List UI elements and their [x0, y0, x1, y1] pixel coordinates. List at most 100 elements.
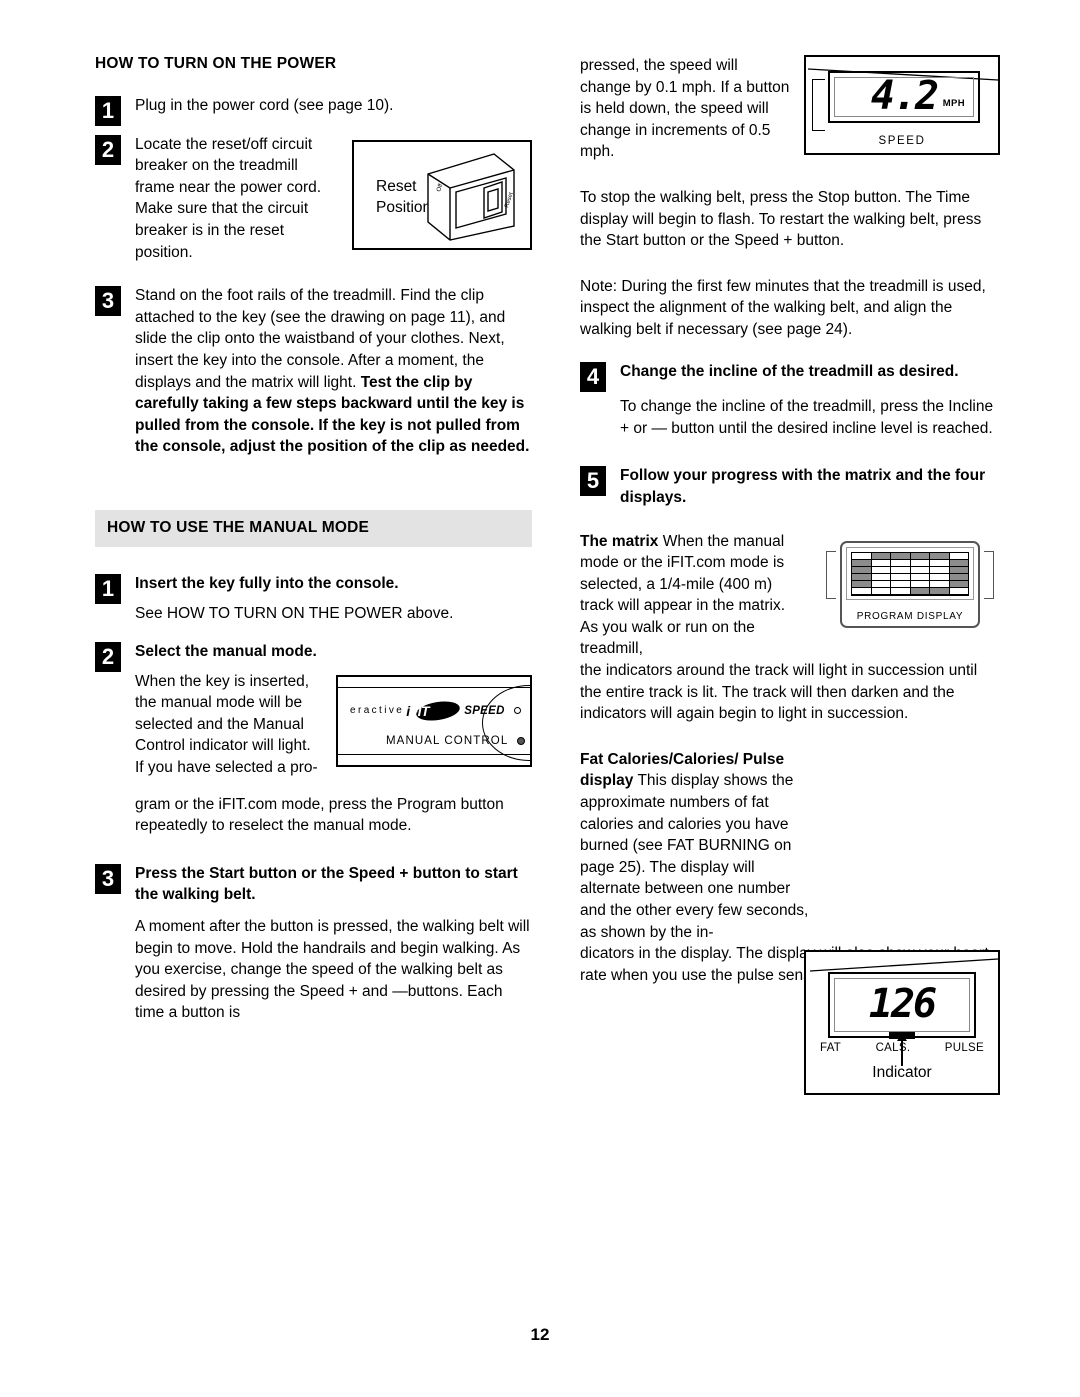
- matrix-cell-0-4: [930, 552, 949, 559]
- label-cals: CALS.: [875, 1042, 911, 1054]
- display-side-nub: [812, 79, 825, 131]
- figure-program-display: PROGRAM DISPLAY: [820, 533, 1000, 636]
- program-display-side-left: [826, 550, 836, 599]
- fat-calories-block: Fat Calories/Calories/ Pulse display Thi…: [580, 749, 1000, 943]
- matrix-cell-4-5: [949, 581, 968, 588]
- led-indicator-icon: [513, 707, 521, 715]
- speed-lcd-bezel: 4.2 MPH: [828, 71, 980, 123]
- matrix-cell-0-0: [852, 552, 871, 559]
- ifit-logo-icon: iFIT: [406, 698, 468, 724]
- indicator-arrow-icon: [897, 1033, 907, 1066]
- section-heading-manual-mode: HOW TO USE THE MANUAL MODE: [95, 509, 532, 547]
- step-manual-2: 2 Select the manual mode.: [95, 641, 532, 673]
- matrix-cell-1-3: [910, 559, 929, 566]
- label-fat: FAT: [820, 1042, 842, 1054]
- step-manual-1: 1 Insert the key fully into the console.: [95, 573, 532, 604]
- indicator-caption: Indicator: [872, 1064, 932, 1081]
- step-right-4-body: To change the incline of the treadmill, …: [620, 398, 994, 437]
- step-number-badge: 2: [95, 134, 121, 165]
- matrix-cell-5-4: [930, 588, 949, 595]
- step-power-3: 3 Stand on the foot rails of the treadmi…: [95, 285, 532, 458]
- figure-speed-display: 4.2 MPH SPEED: [804, 55, 1000, 155]
- program-display-screen: [846, 546, 974, 600]
- matrix-cell-5-5: [949, 588, 968, 595]
- right-column: 4.2 MPH SPEED pressed, the speed will ch…: [580, 55, 1000, 1095]
- step-text: Plug in the power cord (see page 10).: [135, 97, 394, 114]
- matrix-paragraph-block: PROGRAM DISPLAY The matrix When the manu…: [580, 531, 1000, 661]
- section-heading-power: HOW TO TURN ON THE POWER: [95, 55, 337, 72]
- figure-reset-position: Reset Position Off Reset: [352, 139, 532, 250]
- interactive-label: eractive: [350, 705, 405, 717]
- page-number: 12: [530, 1325, 550, 1344]
- matrix-cell-2-3: [910, 566, 929, 573]
- program-display-side-right: [984, 550, 994, 599]
- console-edge-line: [809, 958, 999, 972]
- matrix-cell-1-5: [949, 559, 968, 566]
- circuit-breaker-illustration: Off Reset: [427, 152, 515, 241]
- console-row-ifit: eractive iFIT SPEED: [350, 698, 521, 724]
- matrix-cell-5-2: [891, 588, 910, 595]
- ifit-logo-text: iFIT: [406, 702, 430, 719]
- matrix-cell-2-2: [891, 566, 910, 573]
- calories-lcd-bezel: 126: [828, 972, 976, 1038]
- speed-label: SPEED: [464, 704, 505, 717]
- step-title: Follow your progress with the matrix and…: [620, 467, 986, 506]
- speed-lcd-screen: 4.2 MPH: [834, 73, 974, 120]
- matrix-cell-3-0: [852, 573, 871, 581]
- figure-console-panel: eractive iFIT SPEED MANUAL CONTROL: [336, 674, 532, 767]
- matrix-cell-3-4: [930, 573, 949, 581]
- matrix-cell-0-1: [871, 552, 890, 559]
- manual-page: HOW TO TURN ON THE POWER 1 Plug in the p…: [0, 0, 1080, 1397]
- program-display-matrix: [851, 551, 969, 596]
- matrix-cell-4-0: [852, 581, 871, 588]
- program-display-label: PROGRAM DISPLAY: [856, 610, 964, 622]
- matrix-cell-2-4: [930, 566, 949, 573]
- manual-control-label: MANUAL CONTROL: [386, 734, 509, 747]
- step-manual-3-body: A moment after the button is pressed, th…: [135, 918, 530, 1022]
- step-manual-2-body-part2: gram or the iFIT.com mode, press the Pro…: [135, 795, 504, 835]
- calories-value: 126: [868, 981, 937, 1028]
- matrix-cell-2-1: [871, 566, 890, 573]
- step-number-badge: 3: [95, 863, 121, 894]
- step-title: Press the Start button or the Speed + bu…: [135, 864, 518, 904]
- step-power-2: 2 Reset Position Off Reset Locate the re…: [95, 134, 532, 264]
- label-pulse: PULSE: [944, 1042, 984, 1054]
- step-title: Change the incline of the treadmill as d…: [620, 362, 959, 380]
- step-title: Insert the key fully into the console.: [135, 574, 399, 592]
- matrix-body-part1: When the manual mode or the iFIT.com mod…: [580, 532, 786, 658]
- matrix-cell-4-3: [910, 581, 929, 588]
- matrix-cell-3-5: [949, 573, 968, 581]
- step-manual-3: 3 Press the Start button or the Speed + …: [95, 863, 532, 906]
- step-right-4: 4 Change the incline of the treadmill as…: [580, 361, 1000, 392]
- speed-value: 4.2: [870, 73, 939, 120]
- paragraph-stop-belt: To stop the walking belt, press the Stop…: [580, 188, 982, 250]
- matrix-cell-4-4: [930, 581, 949, 588]
- console-row-manual-control: MANUAL CONTROL: [386, 734, 526, 747]
- matrix-cell-0-3: [910, 552, 929, 559]
- matrix-cell-1-2: [891, 559, 910, 566]
- fat-calories-body-part1: This display shows the approximate numbe…: [580, 772, 809, 941]
- led-indicator-lit-icon: [517, 736, 526, 745]
- step-right-5: 5 Follow your progress with the matrix a…: [580, 465, 1000, 508]
- step-number-badge: 1: [95, 96, 121, 126]
- step-text: Stand on the foot rails of the treadmill…: [135, 285, 532, 458]
- step-power-1: 1 Plug in the power cord (see page 10).: [95, 95, 532, 126]
- left-column: HOW TO TURN ON THE POWER 1 Plug in the p…: [95, 55, 532, 1041]
- matrix-cell-3-2: [891, 573, 910, 581]
- paragraph-speed-continued: pressed, the speed will change by 0.1 mp…: [580, 57, 790, 161]
- matrix-bold-lead: The matrix: [580, 532, 659, 550]
- matrix-cell-1-1: [871, 559, 890, 566]
- step-number-badge: 3: [95, 286, 121, 317]
- matrix-cell-5-1: [871, 588, 890, 595]
- matrix-cell-3-1: [871, 573, 890, 581]
- matrix-cell-1-0: [852, 559, 871, 566]
- step-number-badge: 5: [580, 466, 606, 497]
- matrix-paragraph-part2: the indicators around the track will lig…: [580, 662, 978, 723]
- program-display-bezel: PROGRAM DISPLAY: [840, 540, 980, 628]
- matrix-cell-5-0: [852, 588, 871, 595]
- matrix-cell-2-5: [949, 566, 968, 573]
- matrix-cell-4-1: [871, 581, 890, 588]
- calories-lcd-screen: 126: [834, 978, 970, 1032]
- matrix-cell-5-3: [910, 588, 929, 595]
- matrix-cell-3-3: [910, 573, 929, 581]
